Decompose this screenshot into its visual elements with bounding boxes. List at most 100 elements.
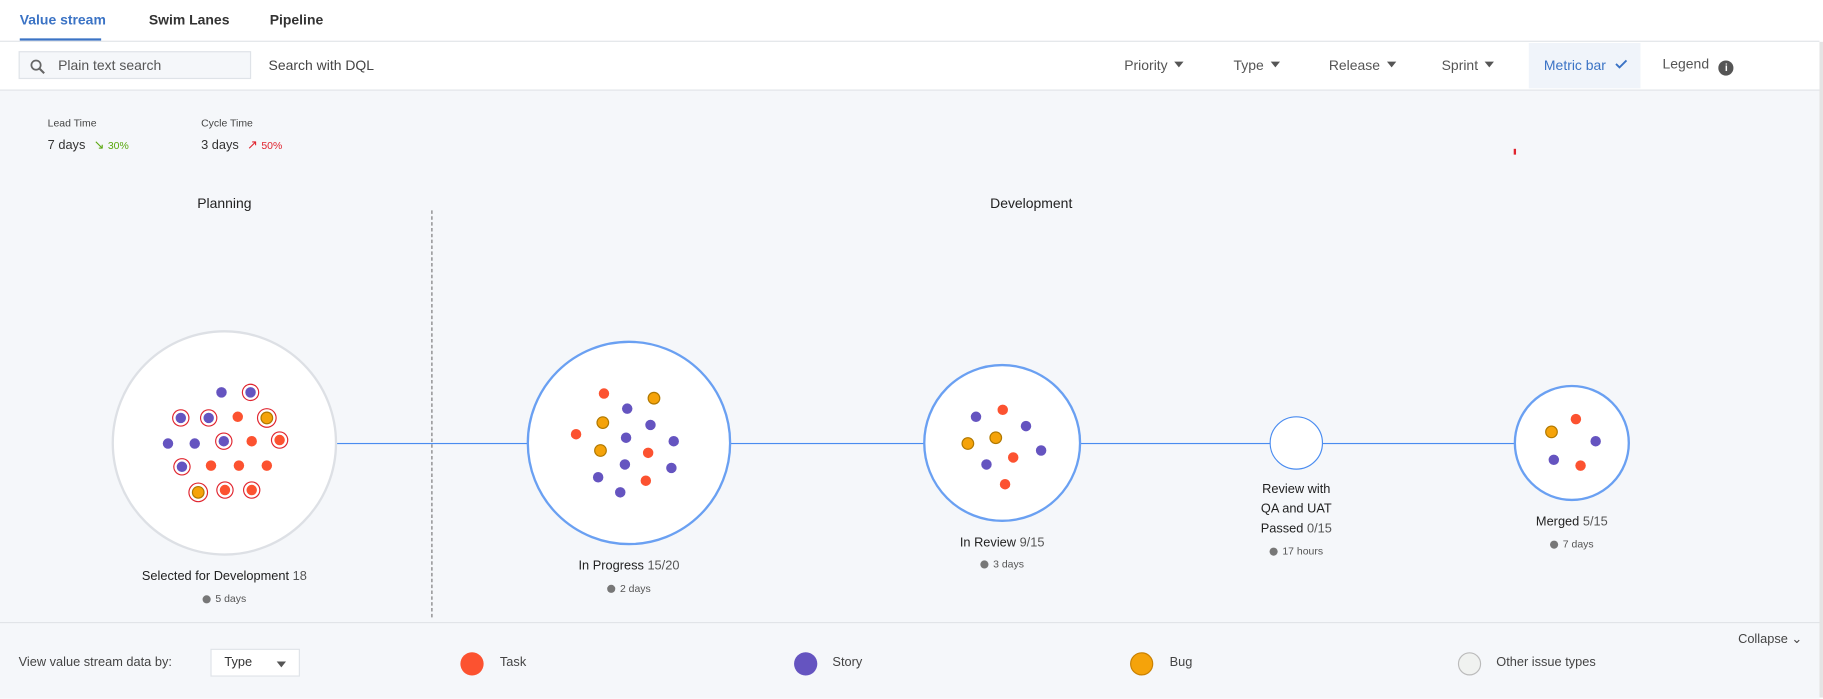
story-issue-dot[interactable]: [980, 458, 992, 470]
sprint-filter[interactable]: Sprint: [1442, 57, 1495, 73]
search-input[interactable]: Plain text search: [18, 51, 252, 80]
collapse-button[interactable]: Collapse ⌄: [1738, 631, 1802, 646]
view-by-value: Type: [224, 655, 253, 670]
caret-down-icon: [276, 661, 286, 668]
task-issue-dot[interactable]: [205, 459, 216, 471]
story-issue-dot[interactable]: [202, 412, 214, 423]
tab-pipeline[interactable]: Pipeline: [270, 12, 323, 28]
story-issue-dot[interactable]: [1035, 444, 1046, 456]
metric-bar-button[interactable]: Metric bar: [1528, 43, 1641, 89]
story-issue-dot[interactable]: [188, 437, 200, 449]
caret-down-icon: [1270, 61, 1281, 68]
stage-duration: 5 days: [202, 593, 246, 605]
story-issue-dot[interactable]: [614, 486, 625, 498]
story-issue-dot[interactable]: [667, 435, 679, 446]
chevron-up-icon: [1615, 59, 1628, 69]
caret-down-icon: [1174, 61, 1184, 68]
task-issue-dot[interactable]: [261, 459, 272, 471]
release-filter[interactable]: Release: [1328, 56, 1397, 74]
legend-other-swatch: [1457, 652, 1482, 676]
story-issue-dot[interactable]: [217, 435, 229, 446]
legend-label: Legend: [1662, 55, 1710, 73]
search-icon: [30, 59, 45, 74]
search-placeholder: Plain text search: [58, 56, 162, 74]
story-issue-dot[interactable]: [1548, 453, 1559, 465]
task-issue-dot[interactable]: [1570, 413, 1581, 424]
type-label: Type: [1233, 56, 1264, 74]
legend-button[interactable]: Legend i: [1663, 56, 1734, 76]
stage-label: Merged 5/15: [1535, 515, 1608, 529]
cycle-time-label: Cycle Time: [201, 117, 253, 130]
stage-circle[interactable]: [1513, 384, 1630, 502]
stage-duration: 2 days: [607, 582, 651, 594]
task-issue-dot[interactable]: [570, 428, 581, 439]
story-issue-dot[interactable]: [619, 458, 630, 470]
task-issue-dot[interactable]: [219, 484, 230, 495]
task-issue-dot[interactable]: [1007, 451, 1018, 463]
task-issue-dot[interactable]: [642, 447, 653, 458]
bug-issue-dot[interactable]: [960, 436, 974, 450]
story-issue-dot[interactable]: [644, 419, 656, 430]
stage-duration: 3 days: [980, 558, 1024, 570]
story-issue-dot[interactable]: [1589, 435, 1601, 446]
release-label: Release: [1328, 56, 1381, 74]
story-issue-dot[interactable]: [970, 410, 981, 422]
priority-filter[interactable]: Priority: [1124, 57, 1184, 73]
footer-bar: View value stream data by: Type Task Sto…: [0, 621, 1820, 699]
stage-circle[interactable]: [1269, 416, 1324, 470]
type-filter[interactable]: Type: [1234, 57, 1281, 73]
story-issue-dot[interactable]: [162, 437, 173, 449]
metric-bar-label: Metric bar: [1543, 56, 1606, 74]
story-issue-dot[interactable]: [621, 402, 632, 414]
tab-swim-lanes[interactable]: Swim Lanes: [149, 12, 230, 28]
phase-planning: Planning: [197, 195, 252, 212]
clock-icon: [1550, 540, 1559, 549]
caret-down-icon: [1387, 61, 1397, 68]
task-issue-dot[interactable]: [231, 410, 243, 422]
task-issue-dot[interactable]: [245, 435, 257, 446]
story-issue-dot[interactable]: [176, 460, 187, 472]
tab-value-stream[interactable]: Value stream: [20, 12, 106, 28]
stage-label: In Progress 15/20: [578, 559, 680, 574]
info-icon: i: [1718, 60, 1734, 76]
bug-issue-dot[interactable]: [191, 485, 205, 499]
bug-issue-dot[interactable]: [646, 391, 660, 405]
bug-issue-dot[interactable]: [988, 430, 1002, 444]
story-issue-dot[interactable]: [174, 412, 186, 423]
stage-circle[interactable]: [526, 340, 732, 546]
clock-icon: [1269, 547, 1278, 556]
divider: [0, 40, 1820, 42]
legend-bug-swatch: [1130, 652, 1154, 676]
task-issue-dot[interactable]: [245, 484, 257, 495]
chevron-down-icon: ⌄: [1791, 632, 1803, 647]
story-issue-dot[interactable]: [1020, 420, 1031, 431]
legend-story-swatch: [794, 652, 818, 676]
story-issue-dot[interactable]: [215, 386, 227, 398]
story-issue-dot[interactable]: [620, 431, 631, 443]
stage-duration: 17 hours: [1269, 545, 1323, 557]
bug-issue-dot[interactable]: [259, 410, 273, 424]
task-issue-dot[interactable]: [999, 478, 1010, 489]
legend-task-swatch: [460, 652, 484, 676]
task-issue-dot[interactable]: [996, 404, 1008, 415]
bug-issue-dot[interactable]: [1544, 424, 1558, 438]
search-with-dql-link[interactable]: Search with DQL: [269, 57, 374, 73]
clock-icon: [607, 584, 616, 593]
task-issue-dot[interactable]: [233, 459, 244, 471]
cycle-time-value: 3 days ↗ 50%: [201, 138, 283, 153]
task-issue-dot[interactable]: [1574, 459, 1586, 471]
task-issue-dot[interactable]: [598, 387, 609, 399]
story-issue-dot[interactable]: [665, 462, 677, 473]
stage-label: In Review 9/15: [959, 535, 1045, 550]
bug-issue-dot[interactable]: [593, 443, 607, 457]
stage-circle[interactable]: [923, 363, 1082, 523]
story-issue-dot[interactable]: [244, 386, 256, 398]
task-issue-dot[interactable]: [640, 474, 651, 486]
view-by-select[interactable]: Type: [210, 648, 300, 677]
task-issue-dot[interactable]: [273, 434, 285, 445]
scrollbar[interactable]: [1819, 41, 1823, 698]
story-issue-dot[interactable]: [592, 471, 603, 482]
red-marker: [1513, 148, 1517, 155]
priority-label: Priority: [1124, 56, 1168, 74]
bug-issue-dot[interactable]: [595, 415, 609, 429]
